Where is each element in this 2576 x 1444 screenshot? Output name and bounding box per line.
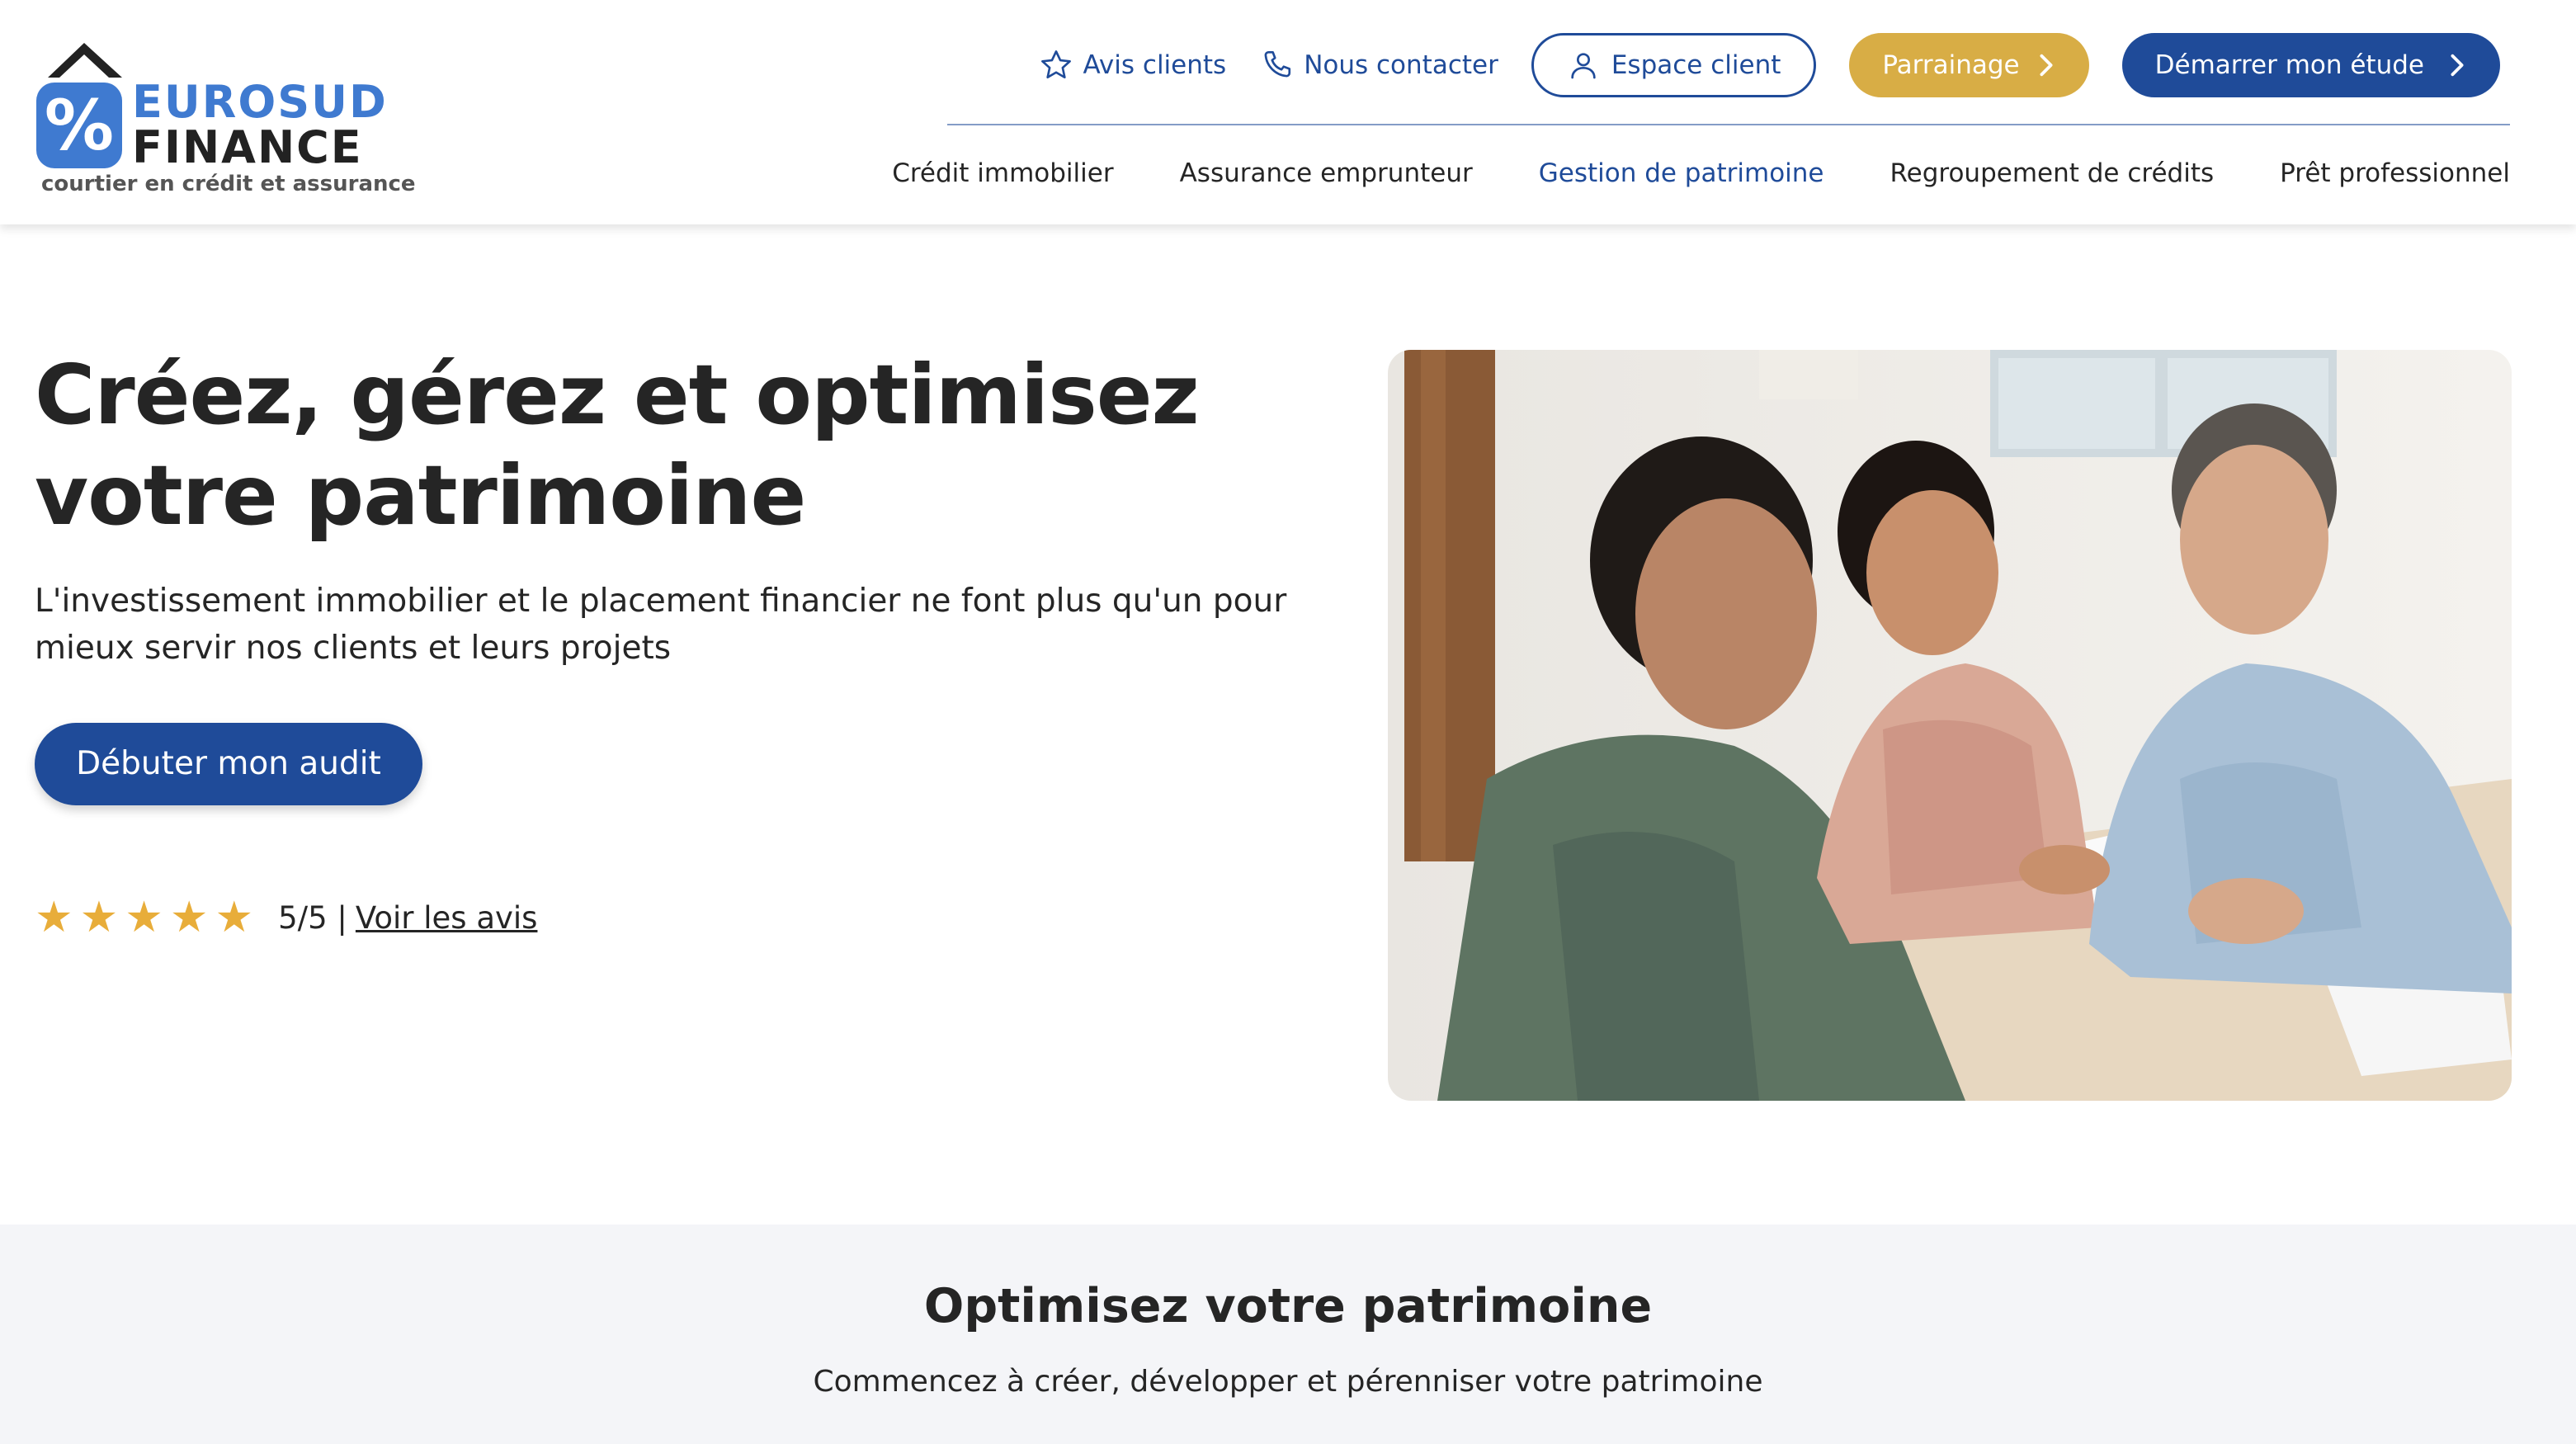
star-icon: ★ bbox=[215, 893, 254, 942]
star-outline-icon bbox=[1040, 50, 1071, 79]
nav-item-regroupement-de-credits[interactable]: Regroupement de crédits bbox=[1890, 158, 2215, 188]
section-title: Optimisez votre patrimoine bbox=[923, 1279, 1653, 1333]
start-study-label: Démarrer mon étude bbox=[2154, 50, 2424, 80]
star-icon: ★ bbox=[79, 893, 119, 942]
logo-word-eurosud: EUROSUD bbox=[132, 76, 388, 128]
logo-word-finance: FINANCE bbox=[132, 121, 363, 173]
logo[interactable]: % EUROSUD FINANCE courtier en crédit et … bbox=[36, 40, 416, 205]
client-space-button[interactable]: Espace client bbox=[1531, 33, 1817, 97]
reviews-link[interactable]: Avis clients bbox=[1039, 48, 1227, 83]
nav-item-credit-immobilier[interactable]: Crédit immobilier bbox=[892, 158, 1113, 188]
nav-item-pret-professionnel[interactable]: Prêt professionnel bbox=[2280, 158, 2510, 188]
see-reviews-link[interactable]: Voir les avis bbox=[356, 900, 538, 936]
referral-label: Parrainage bbox=[1882, 50, 2020, 80]
rating-score: 5/5 | bbox=[278, 899, 347, 936]
contact-link[interactable]: Nous contacter bbox=[1259, 48, 1498, 83]
star-icon: ★ bbox=[35, 893, 73, 942]
nav-item-gestion-de-patrimoine[interactable]: Gestion de patrimoine bbox=[1539, 158, 1824, 188]
chevron-right-icon bbox=[2451, 54, 2464, 77]
chevron-right-icon bbox=[2040, 54, 2053, 77]
optimize-section: Optimisez votre patrimoine Commencez à c… bbox=[0, 1225, 2576, 1444]
page: % EUROSUD FINANCE courtier en crédit et … bbox=[0, 0, 2576, 1444]
hero-subtitle: L'investissement immobilier et le placem… bbox=[35, 583, 1287, 667]
rating: ★ ★ ★ ★ ★ 5/5 | Voir les avis bbox=[35, 896, 537, 939]
referral-button[interactable]: Parrainage bbox=[1849, 33, 2089, 97]
phone-icon bbox=[1264, 50, 1291, 78]
top-bar: Avis clients Nous contacter Espace clien… bbox=[1039, 31, 2500, 99]
contact-link-label: Nous contacter bbox=[1304, 50, 1498, 80]
section-subtitle: Commencez à créer, développer et pérenni… bbox=[813, 1365, 1763, 1399]
nav-divider bbox=[947, 124, 2510, 125]
hero-photo bbox=[1388, 350, 2512, 1101]
main-nav: Crédit immobilier Assurance emprunteur G… bbox=[892, 158, 2510, 188]
site-header: % EUROSUD FINANCE courtier en crédit et … bbox=[0, 0, 2576, 224]
rating-stars: ★ ★ ★ ★ ★ bbox=[35, 896, 253, 939]
logo-percent-badge: % bbox=[36, 83, 122, 168]
nav-item-assurance-emprunteur[interactable]: Assurance emprunteur bbox=[1180, 158, 1473, 188]
user-icon bbox=[1571, 53, 1596, 79]
star-icon: ★ bbox=[125, 893, 163, 942]
client-space-label: Espace client bbox=[1611, 50, 1781, 80]
hero-photo-illustration bbox=[1388, 350, 2512, 1101]
start-audit-button[interactable]: Débuter mon audit bbox=[35, 723, 422, 805]
reviews-link-label: Avis clients bbox=[1083, 50, 1227, 80]
logo-roof-icon bbox=[48, 43, 122, 78]
hero-title: Créez, gérez et optimisez votre patrimoi… bbox=[35, 347, 1200, 544]
star-icon: ★ bbox=[169, 893, 209, 942]
start-study-button[interactable]: Démarrer mon étude bbox=[2121, 33, 2500, 97]
logo-tagline: courtier en crédit et assurance bbox=[41, 172, 416, 196]
